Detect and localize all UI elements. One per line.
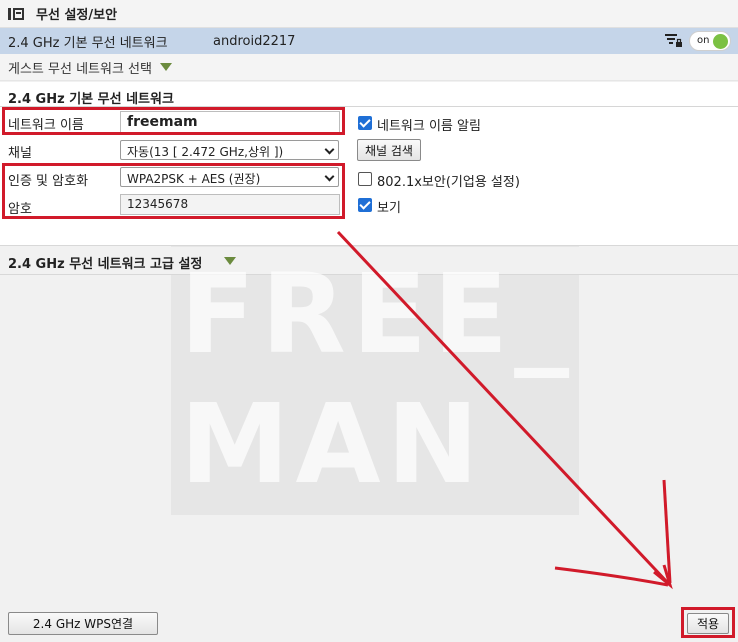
guest-network-label: 게스트 무선 네트워크 선택 [8, 61, 152, 77]
dot1x-checkbox[interactable] [358, 172, 372, 186]
page-title: 무선 설정/보안 [36, 8, 118, 23]
broadcast-checkbox[interactable] [358, 116, 372, 130]
wifi-lock-icon [665, 34, 682, 47]
wps-connect-button[interactable]: 2.4 GHz WPS연결 [8, 612, 158, 635]
toggle-knob [713, 34, 728, 49]
broadcast-label: 네트워크 이름 알림 [377, 119, 481, 134]
dot1x-label: 802.1x보안(기업용 설정) [377, 175, 520, 190]
panel-icon [8, 7, 24, 21]
chevron-down-icon [324, 144, 335, 155]
guest-network-selector[interactable]: 게스트 무선 네트워크 선택 [0, 54, 738, 81]
title-bar: 무선 설정/보안 [0, 0, 738, 28]
advanced-settings-label: 2.4 GHz 무선 네트워크 고급 설정 [8, 257, 203, 272]
channel-row: 채널 자동(13 [ 2.472 GHz,상위 ]) 채널 검색 [0, 138, 738, 162]
basic-section-title: 2.4 GHz 기본 무선 네트워크 [8, 92, 174, 107]
highlight-box-apply [681, 607, 735, 638]
network-summary-bar[interactable]: 2.4 GHz 기본 무선 네트워크 android2217 on [0, 28, 738, 54]
watermark-text-top: FREE_ [180, 250, 576, 378]
channel-search-button[interactable]: 채널 검색 [357, 139, 421, 161]
highlight-box-security [2, 163, 345, 219]
network-band-label: 2.4 GHz 기본 무선 네트워크 [8, 35, 168, 51]
watermark-text-bottom: MAN [180, 380, 485, 508]
network-ssid: android2217 [213, 33, 296, 49]
toggle-label: on [697, 35, 710, 46]
channel-label: 채널 [8, 146, 32, 161]
highlight-box-network-name [2, 107, 345, 135]
show-password-label: 보기 [377, 201, 401, 216]
network-toggle[interactable]: on [689, 31, 731, 51]
show-password-checkbox[interactable] [358, 198, 372, 212]
channel-selected-value: 자동(13 [ 2.472 GHz,상위 ]) [127, 145, 284, 159]
channel-select[interactable]: 자동(13 [ 2.472 GHz,상위 ]) [120, 140, 339, 160]
expand-triangle-icon[interactable] [159, 63, 172, 71]
